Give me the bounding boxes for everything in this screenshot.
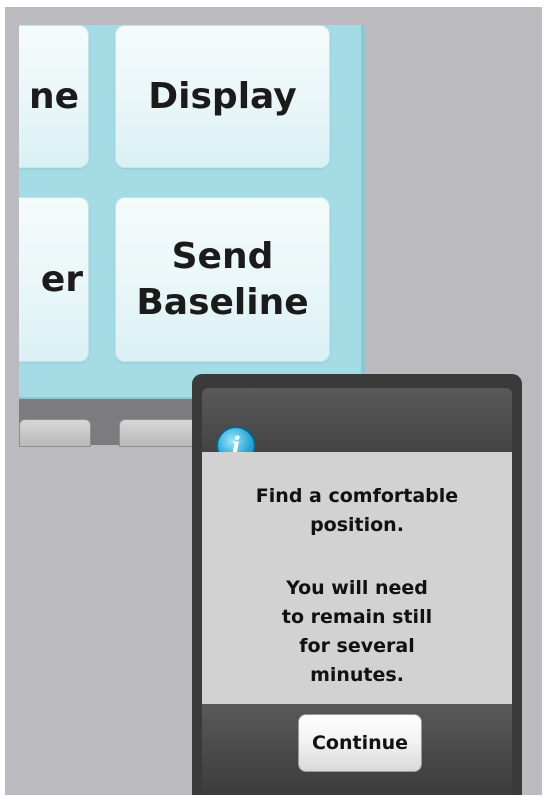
toolbar-button-1[interactable] [19,419,91,447]
tile-left-partial-label: er [40,258,83,300]
display-button-label: Display [148,75,297,117]
dialog-message-secondary: You will need to remain still for severa… [281,577,433,686]
tile-name-label: ne [28,75,79,117]
send-baseline-label: Send Baseline [136,235,309,323]
dialog-body: Find a comfortable position. You will ne… [202,452,512,704]
tile-name-button[interactable]: ne [19,25,89,168]
menu-screen: ne Display er Send Baseline [19,25,365,401]
dialog-message-primary: Find a comfortable position. [255,485,459,536]
device-frame: ne Display er Send Baseline i Find a com… [5,7,542,795]
tile-left-partial-button[interactable]: er [19,197,89,362]
info-dialog: i Find a comfortable position. You will … [192,374,522,795]
continue-button[interactable]: Continue [298,714,422,772]
send-baseline-button[interactable]: Send Baseline [115,197,330,362]
bottom-toolbar [19,399,219,447]
display-button[interactable]: Display [115,25,330,168]
dialog-footer: Continue [202,704,512,795]
